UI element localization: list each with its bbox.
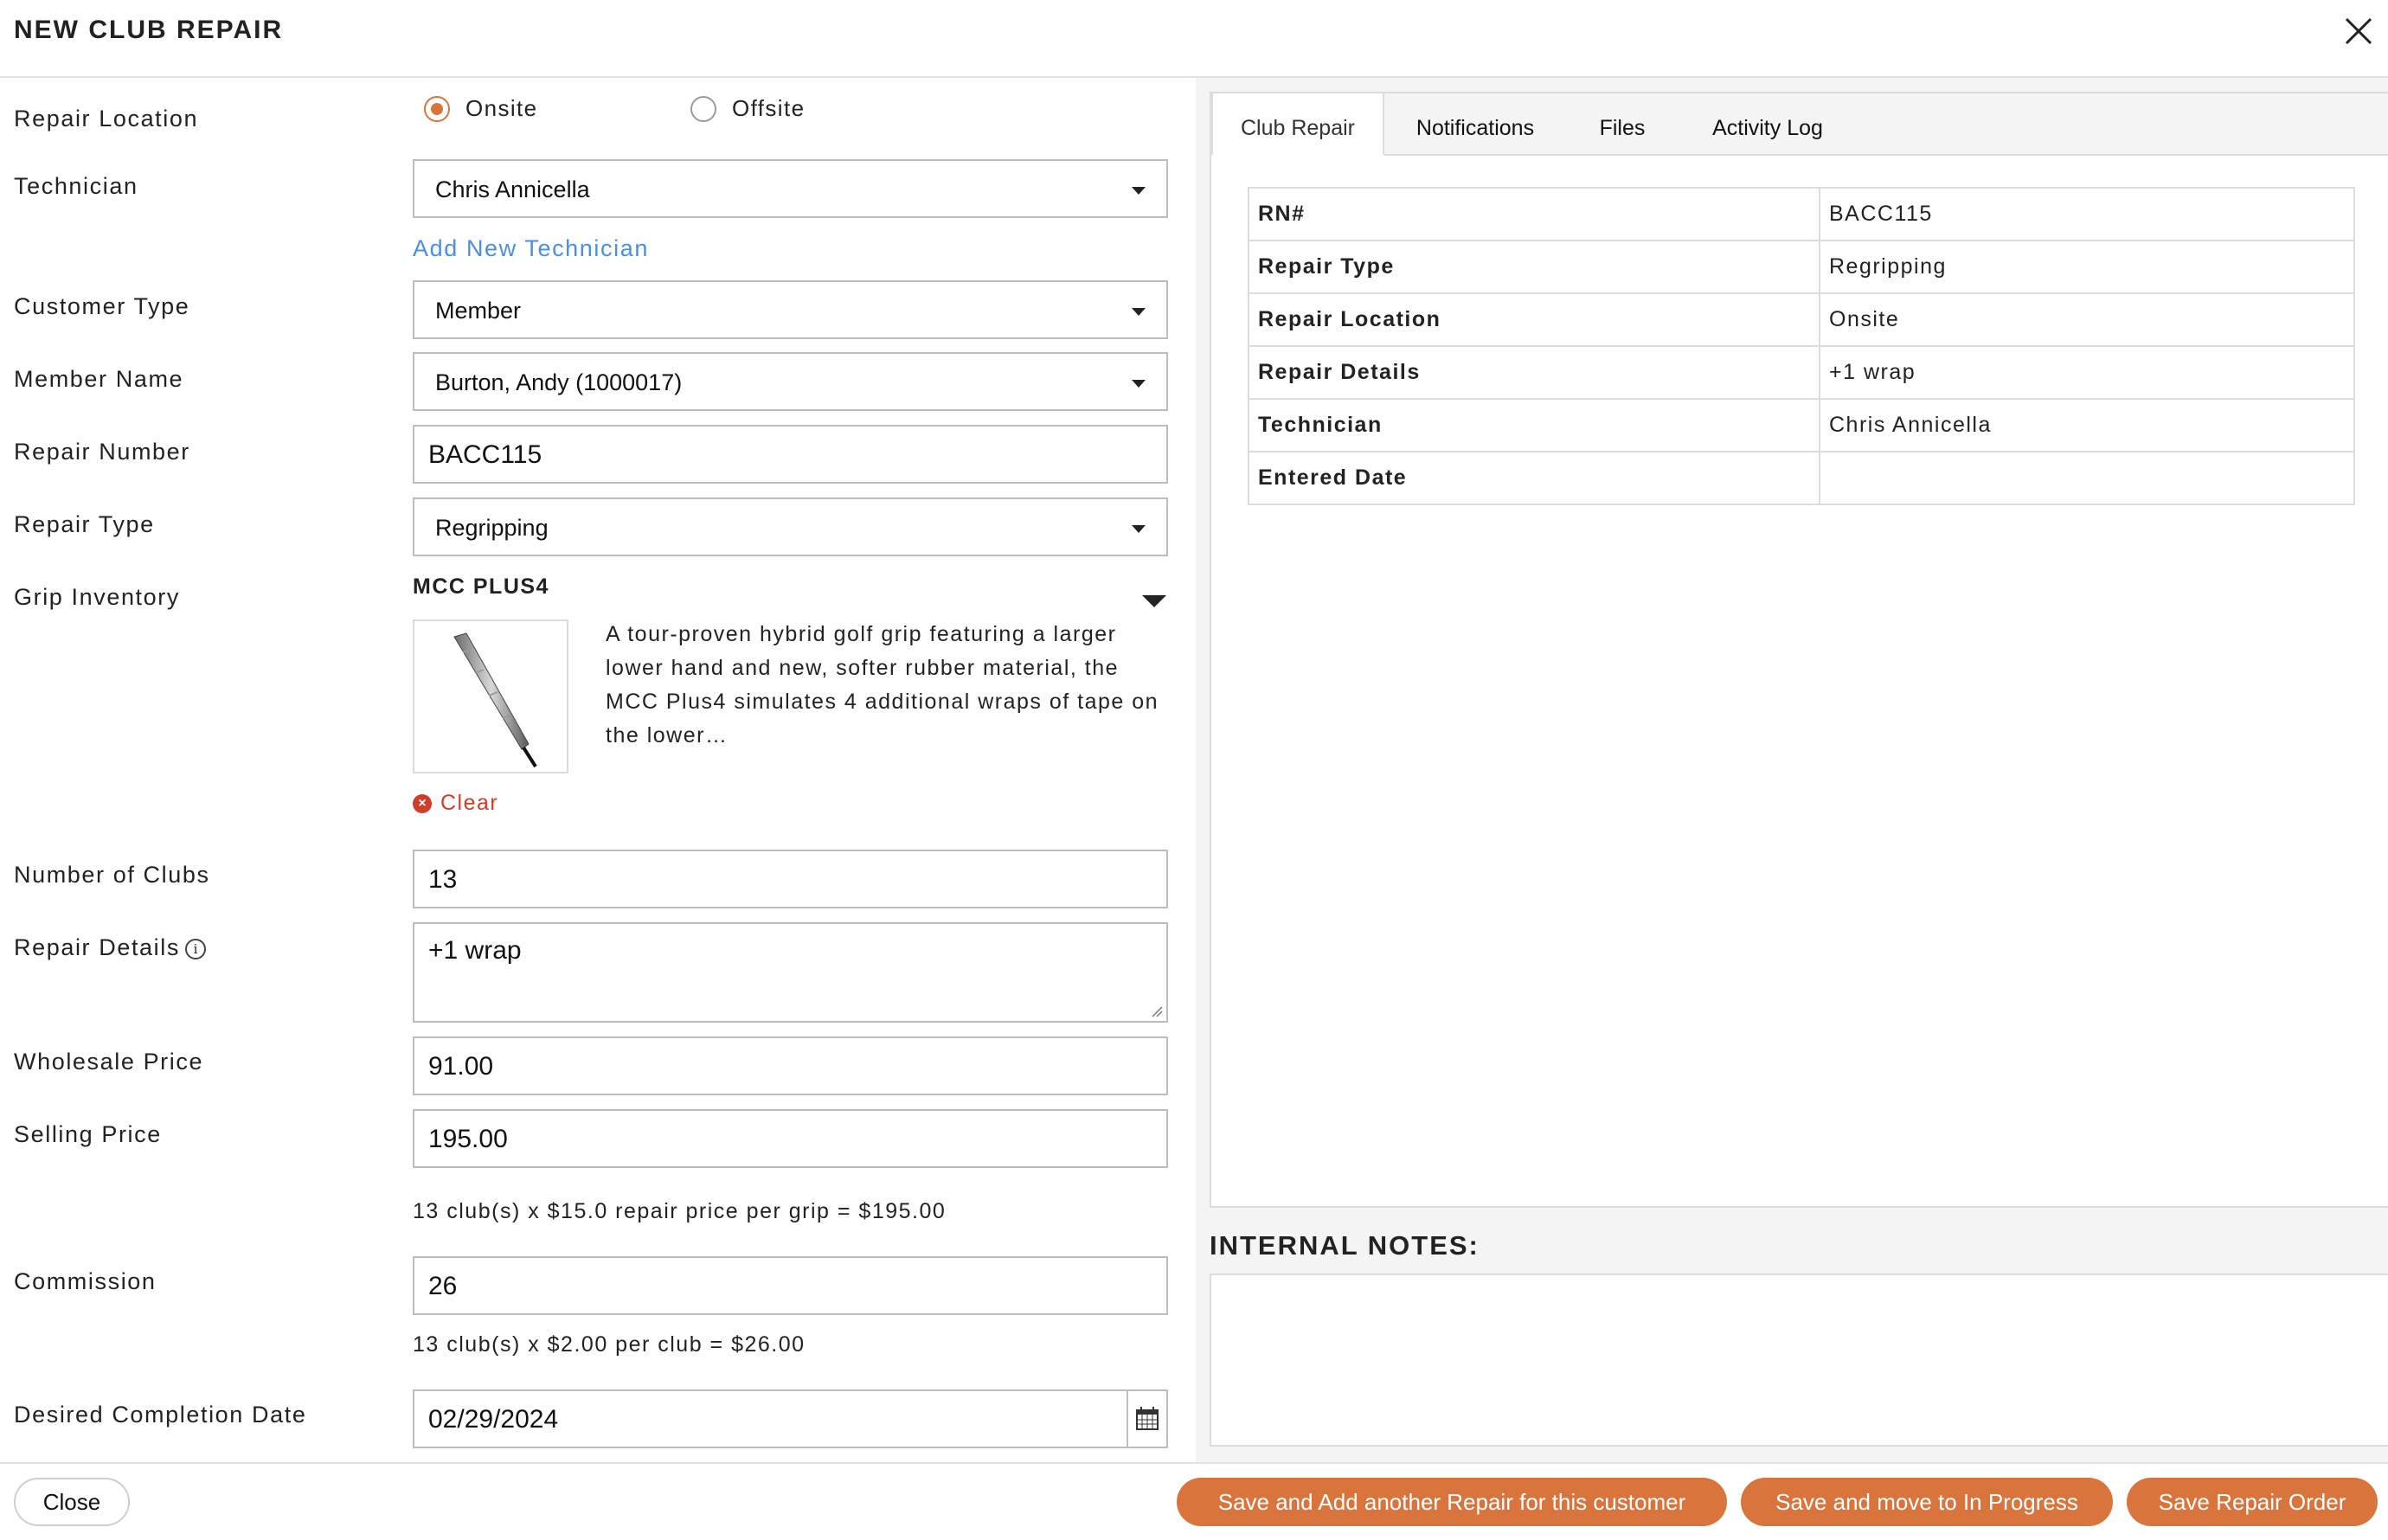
summary-value: Onsite: [1819, 292, 2355, 347]
repair-details-textarea[interactable]: +1 wrap: [413, 922, 1168, 1023]
number-of-clubs-input[interactable]: 13: [413, 850, 1168, 908]
member-name-value: Burton, Andy (1000017): [435, 369, 683, 395]
commission-input[interactable]: 26: [413, 1256, 1168, 1315]
commission-label: Commission: [14, 1268, 157, 1294]
desired-completion-date-value: 02/29/2024: [428, 1405, 559, 1434]
close-icon[interactable]: [2340, 12, 2378, 50]
wholesale-price-label: Wholesale Price: [14, 1049, 204, 1075]
technician-label: Technician: [14, 173, 138, 199]
clear-icon: ×: [413, 793, 432, 813]
close-button[interactable]: Close: [14, 1478, 130, 1526]
summary-value: Regripping: [1819, 240, 2355, 294]
repair-location-radio-group: Onsite Offsite: [424, 95, 1203, 135]
tab-files[interactable]: Files: [1566, 93, 1679, 156]
save-repair-order-button[interactable]: Save Repair Order: [2127, 1478, 2378, 1526]
right-panel: Club Repair Notifications Files Activity…: [1196, 78, 2388, 1462]
repair-details-label: Repair Details i: [14, 934, 206, 961]
member-name-select[interactable]: Burton, Andy (1000017): [413, 352, 1168, 411]
repair-type-select[interactable]: Regripping: [413, 497, 1168, 556]
member-name-label: Member Name: [14, 366, 184, 392]
customer-type-select[interactable]: Member: [413, 280, 1168, 339]
tab-notifications[interactable]: Notifications: [1384, 93, 1566, 156]
tab-club-repair[interactable]: Club Repair: [1211, 92, 1384, 156]
internal-notes-textarea[interactable]: [1210, 1274, 2388, 1447]
clear-label: Clear: [440, 791, 499, 815]
repair-type-label: Repair Type: [14, 511, 155, 537]
table-row: Entered Date: [1248, 451, 2355, 505]
repair-details-value: +1 wrap: [428, 936, 522, 965]
repair-type-value: Regripping: [435, 515, 549, 541]
summary-value: Chris Annicella: [1819, 398, 2355, 452]
number-of-clubs-label: Number of Clubs: [14, 862, 210, 888]
customer-type-value: Member: [435, 298, 522, 324]
offsite-radio-label: Offsite: [732, 95, 806, 121]
tabs-container: Club Repair Notifications Files Activity…: [1210, 92, 2388, 1208]
repair-details-label-text: Repair Details: [14, 934, 180, 960]
grip-inventory-label: Grip Inventory: [14, 584, 180, 610]
selling-price-input[interactable]: 195.00: [413, 1109, 1168, 1168]
summary-key: Technician: [1248, 398, 1820, 452]
customer-type-label: Customer Type: [14, 293, 190, 319]
summary-key: RN#: [1248, 187, 1820, 241]
repair-summary-table: RN# BACC115 Repair Type Regripping Repai…: [1248, 187, 2355, 505]
calendar-button[interactable]: [1127, 1391, 1166, 1447]
repair-number-label: Repair Number: [14, 439, 190, 465]
grip-name: MCC PLUS4: [413, 574, 549, 599]
grip-image: [413, 619, 568, 773]
tab-activity-log[interactable]: Activity Log: [1679, 93, 1857, 156]
table-row: Repair Type Regripping: [1248, 240, 2355, 294]
offsite-radio[interactable]: Offsite: [690, 95, 805, 122]
golf-grip-icon: [453, 632, 537, 768]
table-row: RN# BACC115: [1248, 187, 2355, 241]
calendar-icon: [1136, 1407, 1159, 1430]
modal-title: NEW CLUB REPAIR: [14, 16, 284, 44]
selling-price-label: Selling Price: [14, 1121, 162, 1147]
technician-select[interactable]: Chris Annicella: [413, 159, 1168, 218]
tab-bar: Club Repair Notifications Files Activity…: [1211, 92, 2388, 156]
chevron-down-icon: [1132, 308, 1146, 316]
info-icon[interactable]: i: [184, 939, 206, 959]
chevron-down-icon: [1132, 525, 1146, 533]
selling-price-hint: 13 club(s) x $15.0 repair price per grip…: [413, 1199, 947, 1223]
onsite-radio-label: Onsite: [465, 95, 538, 121]
grip-description: A tour-proven hybrid golf grip featuring…: [606, 622, 1159, 748]
summary-value: [1819, 451, 2355, 505]
repair-location-label: Repair Location: [14, 106, 199, 132]
summary-value: BACC115: [1819, 187, 2355, 241]
onsite-radio[interactable]: Onsite: [424, 95, 538, 122]
wholesale-price-input[interactable]: 91.00: [413, 1036, 1168, 1095]
desired-completion-date-input[interactable]: 02/29/2024: [413, 1389, 1168, 1448]
selling-price-value: 195.00: [428, 1125, 508, 1153]
internal-notes-title: INTERNAL NOTES:: [1210, 1230, 1480, 1261]
save-add-another-button[interactable]: Save and Add another Repair for this cus…: [1177, 1478, 1727, 1526]
summary-key: Repair Location: [1248, 292, 1820, 347]
commission-hint: 13 club(s) x $2.00 per club = $26.00: [413, 1332, 806, 1357]
resize-handle-icon[interactable]: [1149, 1004, 1163, 1017]
summary-key: Repair Details: [1248, 345, 1820, 400]
number-of-clubs-value: 13: [428, 865, 458, 894]
modal-footer: Close Save and Add another Repair for th…: [0, 1462, 2388, 1540]
table-row: Repair Location Onsite: [1248, 292, 2355, 347]
chevron-down-icon: [1132, 380, 1146, 388]
radio-unselected-icon[interactable]: [690, 95, 716, 122]
table-row: Repair Details +1 wrap: [1248, 345, 2355, 400]
modal-header: NEW CLUB REPAIR: [0, 0, 2388, 78]
commission-value: 26: [428, 1272, 458, 1300]
radio-selected-icon[interactable]: [424, 95, 450, 122]
repair-number-value: BACC115: [428, 440, 542, 469]
add-new-technician-link[interactable]: Add New Technician: [413, 235, 649, 262]
summary-key: Entered Date: [1248, 451, 1820, 505]
clear-grip-button[interactable]: × Clear: [413, 791, 498, 816]
desired-completion-date-label: Desired Completion Date: [14, 1402, 307, 1428]
summary-value: +1 wrap: [1819, 345, 2355, 400]
chevron-down-icon: [1132, 187, 1146, 195]
summary-key: Repair Type: [1248, 240, 1820, 294]
wholesale-price-value: 91.00: [428, 1052, 494, 1081]
table-row: Technician Chris Annicella: [1248, 398, 2355, 452]
repair-number-input[interactable]: BACC115: [413, 425, 1168, 484]
grip-dropdown-caret-icon[interactable]: [1142, 595, 1166, 607]
technician-value: Chris Annicella: [435, 176, 590, 202]
save-in-progress-button[interactable]: Save and move to In Progress: [1741, 1478, 2113, 1526]
